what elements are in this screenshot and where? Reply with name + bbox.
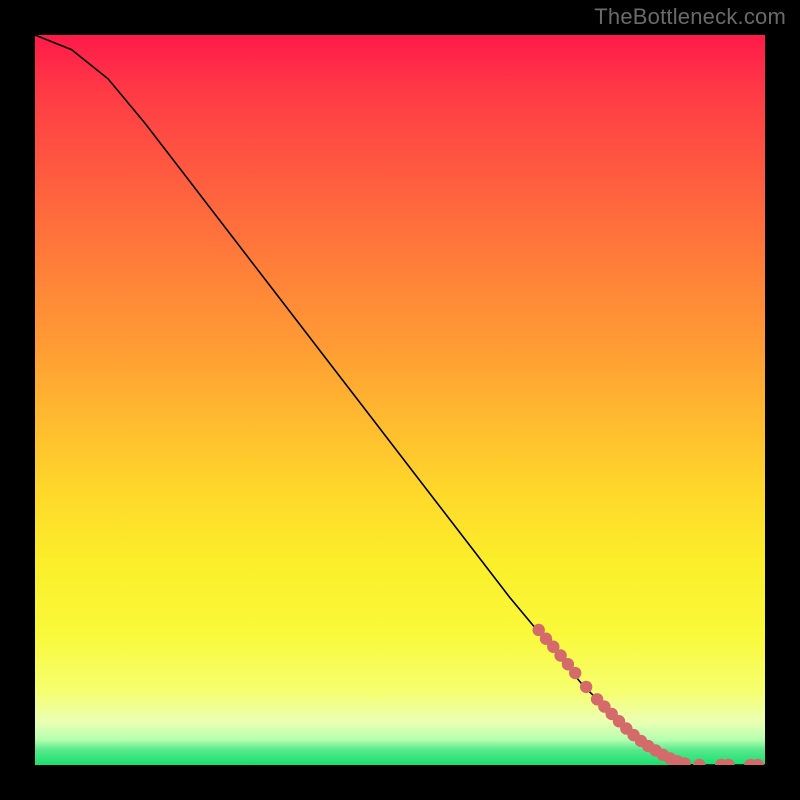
chart-overlay xyxy=(35,35,765,765)
data-point xyxy=(693,759,705,765)
data-point xyxy=(580,681,592,693)
bottleneck-curve xyxy=(35,35,765,765)
markers-group xyxy=(533,624,764,765)
plot-area xyxy=(35,35,765,765)
chart-frame: TheBottleneck.com xyxy=(0,0,800,800)
data-point xyxy=(569,667,581,679)
watermark-text: TheBottleneck.com xyxy=(594,4,786,30)
